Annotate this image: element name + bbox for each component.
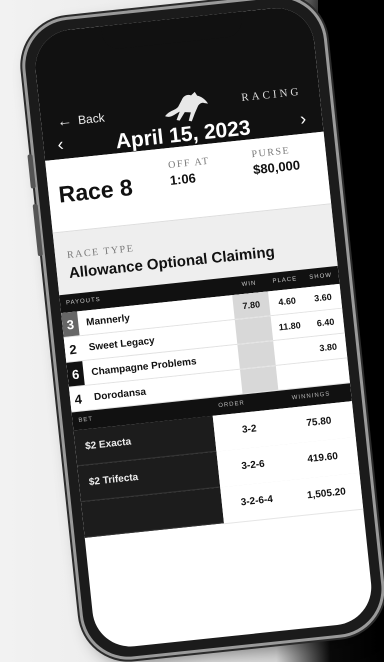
place-column-header: PLACE <box>272 276 298 285</box>
off-at-block: OFF AT 1:06 <box>168 156 212 188</box>
show-payout: 3.60 <box>313 291 333 304</box>
bet-winnings: 1,505.20 <box>289 472 364 517</box>
place-payout: 11.80 <box>278 320 302 333</box>
show-payout: 3.80 <box>318 341 338 354</box>
back-label: Back <box>77 110 106 127</box>
back-arrow-icon: ← <box>56 111 73 131</box>
win-payout: 7.80 <box>232 291 271 319</box>
win-column-header: WIN <box>241 280 257 289</box>
side-button <box>27 154 36 189</box>
bet-order: 3-2-6-4 <box>220 479 294 524</box>
purse-value: $80,000 <box>252 157 301 178</box>
win-payout <box>240 365 279 394</box>
post-number-badge: 6 <box>66 361 85 387</box>
phone-screen: ← Back RACING ‹ April 15, 2023 › Race 8 … <box>31 4 376 651</box>
brand-label: RACING <box>240 85 302 105</box>
back-button[interactable]: ← Back <box>56 109 106 131</box>
post-number-badge: 4 <box>68 386 88 412</box>
show-payout: 6.40 <box>316 316 335 329</box>
win-payout <box>237 341 276 369</box>
win-payout <box>234 316 274 344</box>
off-at-value: 1:06 <box>169 170 197 188</box>
place-payout: 4.60 <box>277 295 297 308</box>
post-number-badge: 3 <box>61 311 80 337</box>
show-payout <box>313 370 349 374</box>
place-payout <box>277 374 313 378</box>
show-column-header: SHOW <box>309 272 333 281</box>
race-number: Race 8 <box>57 174 134 208</box>
purse-block: PURSE $80,000 <box>251 144 301 177</box>
side-button <box>32 203 44 257</box>
post-number-badge: 2 <box>63 336 83 362</box>
phone-device: ← Back RACING ‹ April 15, 2023 › Race 8 … <box>20 0 384 662</box>
place-payout <box>274 349 310 353</box>
